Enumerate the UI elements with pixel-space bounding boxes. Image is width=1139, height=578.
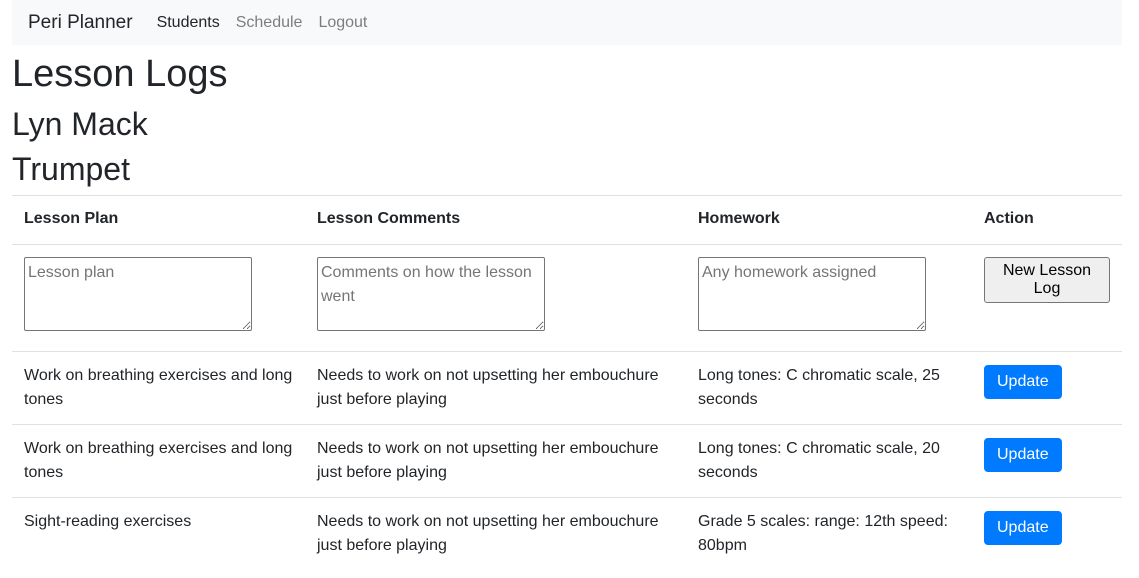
header-action: Action [972,195,1122,245]
row-lesson-comments: Needs to work on not upsetting her embou… [305,424,686,498]
row-lesson-comments: Needs to work on not upsetting her embou… [305,351,686,425]
student-name: Lyn Mack [12,106,148,142]
header-lesson-plan: Lesson Plan [12,195,305,245]
new-plan-cell [12,244,305,352]
nav-schedule-link[interactable]: Schedule [236,14,303,32]
row-lesson-plan: Work on breathing exercises and long ton… [12,424,305,498]
top-navbar: Peri Planner Students Schedule Logout [12,0,1122,45]
lesson-logs-table: Lesson Plan Lesson Comments Homework Act… [12,195,1122,570]
row-lesson-comments: Needs to work on not upsetting her embou… [305,497,686,570]
homework-input[interactable] [698,257,926,331]
nav-students-link[interactable]: Students [157,14,220,32]
row-lesson-plan: Sight-reading exercises [12,497,305,570]
table-row: Work on breathing exercises and long ton… [12,351,1122,425]
new-action-cell: New Lesson Log [972,244,1122,352]
row-action-cell: Update [972,351,1122,425]
row-homework: Grade 5 scales: range: 12th speed: 80bpm [686,497,972,570]
new-comments-cell [305,244,686,352]
new-homework-cell [686,244,972,352]
header-homework: Homework [686,195,972,245]
table-row: Work on breathing exercises and long ton… [12,424,1122,498]
row-homework: Long tones: C chromatic scale, 20 second… [686,424,972,498]
update-button[interactable]: Update [984,511,1062,545]
new-lesson-log-button[interactable]: New Lesson Log [984,257,1110,303]
row-action-cell: Update [972,497,1122,570]
instrument-name: Trumpet [12,151,130,187]
row-lesson-plan: Work on breathing exercises and long ton… [12,351,305,425]
page-title: Lesson Logs [12,53,228,95]
lesson-comments-input[interactable] [317,257,545,331]
lesson-plan-input[interactable] [24,257,252,331]
row-action-cell: Update [972,424,1122,498]
new-log-row: New Lesson Log [12,244,1122,352]
table-header-row: Lesson Plan Lesson Comments Homework Act… [12,195,1122,245]
brand-link[interactable]: Peri Planner [28,12,133,34]
update-button[interactable]: Update [984,438,1062,472]
table-row: Sight-reading exercises Needs to work on… [12,497,1122,570]
nav-logout-link[interactable]: Logout [318,14,367,32]
update-button[interactable]: Update [984,365,1062,399]
header-lesson-comments: Lesson Comments [305,195,686,245]
row-homework: Long tones: C chromatic scale, 25 second… [686,351,972,425]
